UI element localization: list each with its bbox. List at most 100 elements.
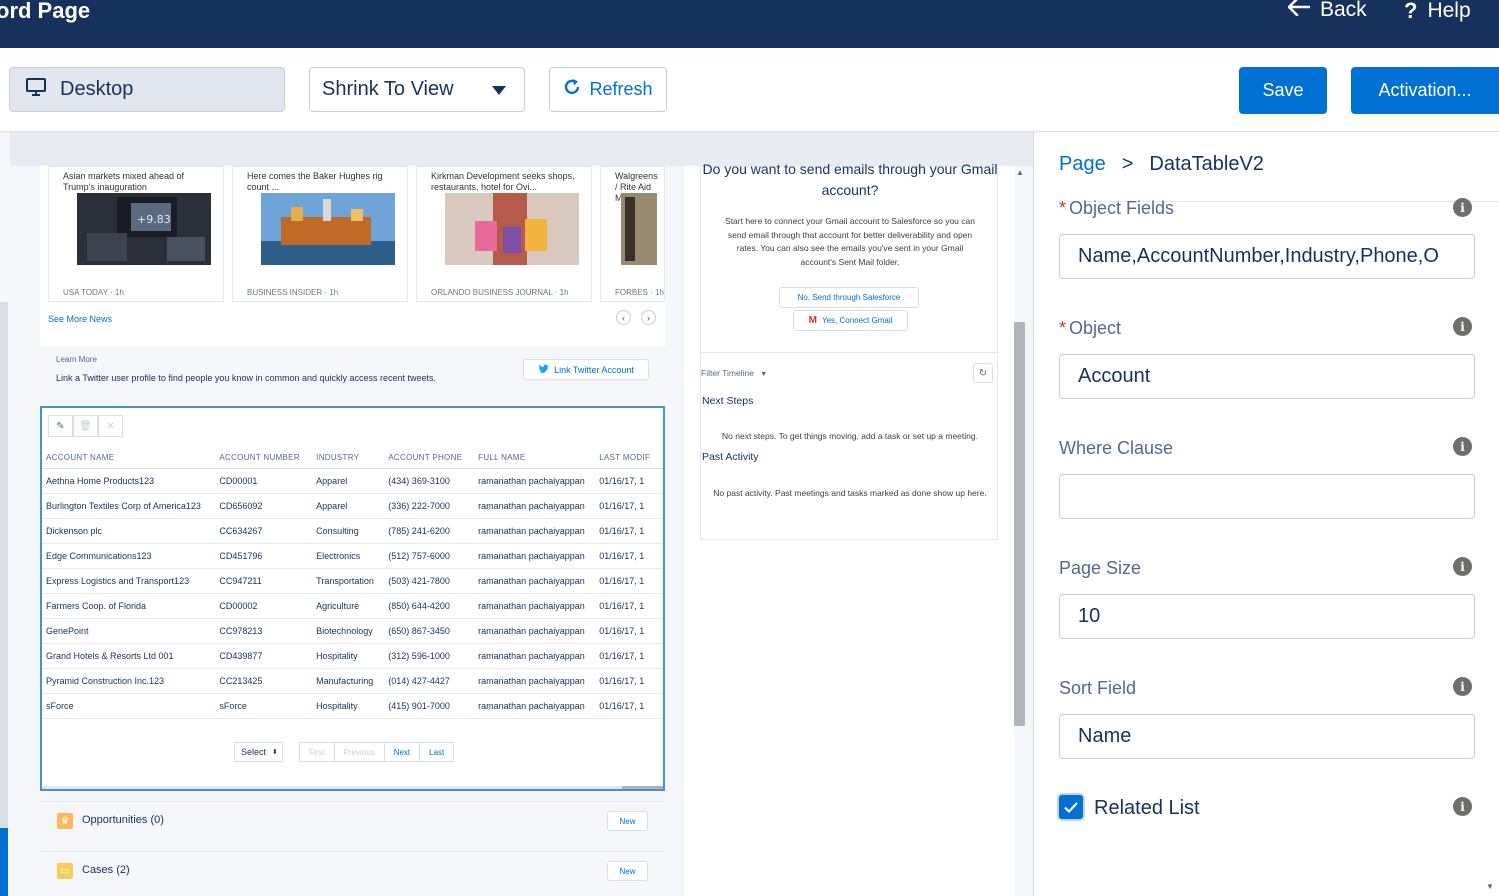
table-row[interactable]: sForce sForce Hospitality (415) 901-7000 ram… (42, 693, 663, 720)
first-page-button[interactable]: First (300, 743, 335, 761)
scrollbar-thumb[interactable] (622, 786, 663, 789)
table-cell: 01/16/17, 1 (595, 518, 663, 544)
previous-page-button[interactable]: Previous (335, 743, 385, 761)
required-marker: * (1059, 198, 1067, 218)
object-input[interactable]: Account (1059, 354, 1475, 399)
refresh-label: Refresh (589, 79, 653, 99)
back-label: Back (1320, 0, 1367, 21)
news-card[interactable]: Kirkman Development seeks shops, restaur… (416, 166, 592, 302)
news-headline: Here comes the Baker Hughes rig count ..… (247, 171, 383, 192)
divider (701, 352, 999, 353)
caret-down-icon: ▼ (760, 371, 768, 378)
news-card[interactable]: Walgreens / Rite Aid Me FORBES · 1h (600, 166, 665, 302)
delete-icon[interactable]: 🗑 (73, 415, 98, 437)
table-row[interactable]: Burlington Textiles Corp of America123 CD… (42, 493, 663, 519)
news-card[interactable]: Here comes the Baker Hughes rig count ..… (232, 166, 408, 302)
edit-icon[interactable]: ✎ (48, 415, 73, 437)
right-column: Do you want to send emails through your … (684, 161, 1014, 896)
send-through-salesforce-button[interactable]: No, Send through Salesforce (779, 287, 919, 308)
new-case-button[interactable]: New (607, 861, 648, 881)
table-row[interactable]: GenePoint CC978213 Biotechnology (650) 867-… (42, 618, 663, 645)
info-icon[interactable]: i (1453, 198, 1472, 217)
related-list-title[interactable]: Cases (2) (82, 864, 130, 876)
view-mode-select[interactable]: Shrink To View (309, 67, 525, 112)
info-icon[interactable]: i (1453, 677, 1472, 696)
help-button[interactable]: ? Help (1404, 0, 1471, 24)
object-fields-input[interactable]: Name,AccountNumber,Industry,Phone,O (1059, 234, 1475, 279)
close-icon[interactable]: ✕ (98, 415, 123, 437)
info-icon[interactable]: i (1453, 317, 1472, 336)
sort-field-input[interactable]: Name (1059, 714, 1475, 759)
related-list-checkbox[interactable] (1059, 795, 1083, 819)
table-cell: CC947211 (215, 568, 313, 594)
chevron-right-icon[interactable]: › (641, 310, 656, 325)
related-list-title[interactable]: Opportunities (0) (82, 814, 164, 826)
info-icon[interactable]: i (1453, 557, 1472, 576)
connect-gmail-button[interactable]: M Yes, Connect Gmail (793, 310, 908, 331)
table-cell: 01/16/17, 1 (595, 493, 663, 519)
table-cell: Edge Communications123 (42, 543, 216, 569)
table-row[interactable]: Farmers Coop. of Florida CD00002 Agricultu… (42, 593, 663, 620)
chevron-left-icon[interactable]: ‹ (616, 310, 631, 325)
table-cell: CC634267 (215, 518, 313, 544)
table-row[interactable]: Grand Hotels & Resorts Ltd 001 CD439877 Ho… (42, 643, 663, 670)
table-cell: ramanathan pachaiyappan (474, 643, 596, 670)
table-row[interactable]: Aethna Home Products123 CD00001 Apparel (43… (42, 468, 663, 494)
related-list-opportunities: ♛ Opportunities (0) New (40, 801, 665, 839)
table-cell: 01/16/17, 1 (595, 543, 663, 569)
news-card[interactable]: Asian markets mixed ahead of Trump's ina… (48, 166, 224, 302)
column-header[interactable]: ACCOUNT PHONE (384, 448, 475, 469)
where-clause-input[interactable] (1059, 474, 1475, 519)
gmail-paragraph: Start here to connect your Gmail account… (725, 216, 975, 267)
info-icon[interactable]: i (1453, 437, 1472, 456)
table-header-row: ACCOUNT NAME ACCOUNT NUMBER INDUSTRY ACC… (42, 448, 663, 469)
scroll-down-icon[interactable]: ▼ (1486, 882, 1494, 891)
refresh-icon[interactable]: ↻ (973, 363, 993, 383)
table-cell: sForce (215, 693, 313, 720)
see-more-news-link[interactable]: See More News (48, 314, 112, 324)
back-button[interactable]: Back (1287, 0, 1367, 22)
column-header[interactable]: LAST MODIF (595, 448, 663, 469)
page-size-select[interactable]: Select ⬍ (234, 742, 283, 762)
table-cell: (014) 427-4427 (384, 668, 475, 695)
table-row[interactable]: Edge Communications123 CD451796 Electronic… (42, 543, 663, 569)
column-header[interactable]: INDUSTRY (312, 448, 385, 469)
table-cell: (415) 901-7000 (384, 693, 475, 720)
datatable-component[interactable]: ✎ 🗑 ✕ ACCOUNT NAME ACCOUNT NUMBER INDUST… (40, 406, 665, 791)
breadcrumb-page-link[interactable]: Page (1059, 153, 1106, 176)
refresh-icon (563, 78, 581, 101)
table-cell: Agriculture (312, 593, 385, 620)
desktop-view-button[interactable]: Desktop (9, 67, 285, 112)
filter-timeline-dropdown[interactable]: Filter Timeline ▼ (701, 368, 767, 378)
link-twitter-label: Link Twitter Account (554, 364, 634, 375)
table-cell: Express Logistics and Transport123 (42, 568, 216, 594)
table-cell: (503) 421-7800 (384, 568, 475, 594)
activation-button[interactable]: Activation... (1351, 67, 1499, 114)
new-opportunity-button[interactable]: New (607, 811, 648, 831)
table-cell: Burlington Textiles Corp of America123 (42, 493, 216, 519)
column-header[interactable]: FULL NAME (474, 448, 596, 469)
page-size-input[interactable]: 10 (1059, 594, 1475, 639)
next-steps-empty: No next steps. To get things moving, add… (722, 431, 978, 441)
table-cell: 01/16/17, 1 (595, 593, 663, 620)
column-header[interactable]: ACCOUNT NAME (42, 448, 216, 469)
properties-panel: Page > DataTableV2 * Object Fields i Name… (1035, 132, 1499, 896)
canvas-scrollbar-thumb[interactable] (1014, 322, 1025, 726)
column-header[interactable]: ACCOUNT NUMBER (215, 448, 313, 469)
horizontal-scrollbar[interactable] (42, 786, 663, 789)
table-cell: CD439877 (215, 643, 313, 670)
scroll-up-icon[interactable]: ▲ (1016, 168, 1024, 177)
table-row[interactable]: Dickenson plc CC634267 Consulting (785) 241… (42, 518, 663, 544)
table-cell: Farmers Coop. of Florida (42, 593, 216, 620)
link-twitter-button[interactable]: Link Twitter Account (523, 359, 649, 380)
last-page-button[interactable]: Last (420, 743, 453, 761)
table-cell: ramanathan pachaiyappan (474, 618, 596, 645)
save-button[interactable]: Save (1239, 67, 1327, 114)
table-cell: 01/16/17, 1 (595, 568, 663, 594)
next-page-button[interactable]: Next (385, 743, 421, 761)
refresh-button[interactable]: Refresh (549, 67, 667, 112)
info-icon[interactable]: i (1453, 797, 1472, 816)
news-component[interactable]: Asian markets mixed ahead of Trump's ina… (40, 166, 665, 346)
table-row[interactable]: Pyramid Construction Inc.123 CC213425 Manu… (42, 668, 663, 695)
table-row[interactable]: Express Logistics and Transport123 CC9472… (42, 568, 663, 594)
